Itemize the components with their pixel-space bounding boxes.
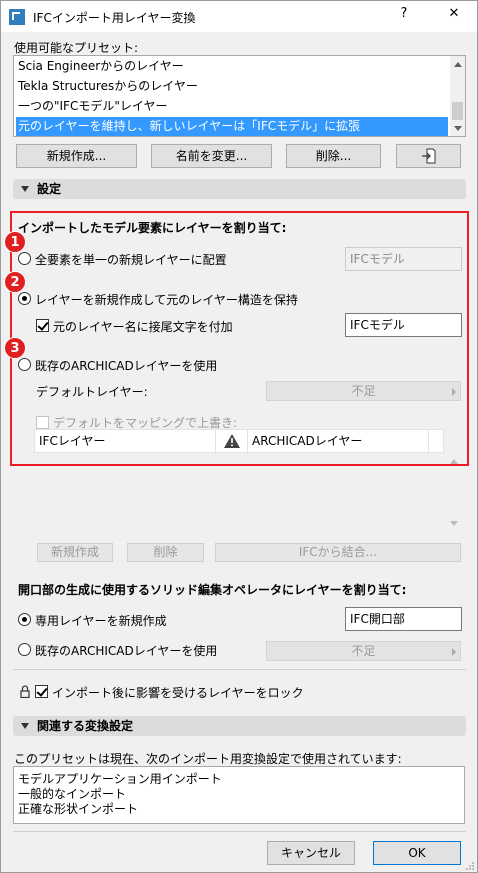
window-title: IFCインポート用レイヤー変換 — [33, 11, 196, 25]
related-description: このプリセットは現在、次のインポート用変換設定で使用されています: — [14, 752, 402, 766]
scroll-down-icon[interactable] — [454, 126, 462, 131]
list-item-selected[interactable]: 元のレイヤーを維持し、新しいレイヤーは「IFCモデル」に拡張 — [16, 117, 448, 136]
ok-button[interactable]: OK — [373, 841, 461, 865]
option2-label: レイヤーを新規作成して元のレイヤー構造を保持 — [35, 293, 298, 307]
lock-layers-label: インポート後に影響を受けるレイヤーをロック — [52, 686, 304, 700]
table-divider — [428, 430, 429, 452]
import-preset-button[interactable] — [396, 144, 461, 168]
append-suffix-checkbox[interactable] — [36, 319, 49, 332]
radio-dedicated-layer[interactable] — [18, 613, 31, 626]
related-settings-list: モデルアプリケーション用インポート 一般的なインポート 正確な形状インポート — [13, 766, 465, 824]
related-header-label: 関連する変換設定 — [37, 719, 134, 733]
new-mapping-button[interactable]: 新規作成 — [37, 543, 113, 562]
app-icon — [9, 9, 25, 25]
dialog-window: IFCインポート用レイヤー変換 ? ✕ 使用可能なプリセット: Scia Eng… — [0, 0, 478, 873]
option3-label: 既存のARCHICADレイヤーを使用 — [35, 359, 218, 373]
title-bar: IFCインポート用レイヤー変換 ? ✕ — [1, 1, 477, 32]
openings-layer-field[interactable]: IFC開口部 — [345, 607, 462, 631]
lock-layers-checkbox[interactable] — [35, 685, 48, 698]
close-button[interactable]: ✕ — [442, 6, 466, 21]
assign-layers-title: インポートしたモデル要素にレイヤーを割り当て: — [18, 221, 287, 235]
openings-option2-label: 既存のARCHICADレイヤーを使用 — [35, 644, 218, 658]
settings-header-label: 設定 — [37, 182, 62, 196]
list-item[interactable]: Tekla Structuresからのレイヤー — [16, 77, 448, 96]
resize-grip-icon[interactable] — [465, 861, 475, 871]
cancel-button[interactable]: キャンセル — [267, 841, 355, 865]
chevron-right-icon — [452, 388, 456, 396]
warning-column — [215, 430, 248, 452]
new-preset-button[interactable]: 新規作成... — [16, 144, 137, 168]
openings-title: 開口部の生成に使用するソリッド編集オペレータにレイヤーを割り当て: — [18, 583, 407, 597]
col-ifc-layer: IFCレイヤー — [39, 434, 106, 448]
lock-icon — [20, 685, 30, 698]
help-button[interactable]: ? — [392, 6, 416, 21]
radio-keep-structure[interactable] — [18, 292, 31, 305]
import-file-icon — [422, 148, 436, 164]
annotation-badge-2: 2 — [4, 271, 26, 293]
list-item[interactable]: 一つの"IFCモデル"レイヤー — [16, 97, 448, 116]
annotation-badge-3: 3 — [4, 337, 26, 359]
openings-dropdown-value: 不足 — [351, 644, 376, 658]
settings-section-header[interactable]: 設定 — [13, 179, 466, 199]
append-suffix-label: 元のレイヤー名に接尾文字を付加 — [53, 320, 233, 334]
collapse-triangle-icon — [21, 186, 29, 192]
scroll-up-icon[interactable] — [454, 62, 462, 67]
default-layer-label: デフォルトレイヤー: — [36, 385, 148, 399]
suffix-field[interactable]: IFCモデル — [345, 313, 462, 337]
col-archicad-layer: ARCHICADレイヤー — [252, 434, 363, 448]
delete-preset-button[interactable]: 削除... — [286, 144, 381, 168]
mapping-table[interactable]: IFCレイヤー ARCHICADレイヤー — [34, 429, 444, 453]
option1-label: 全要素を単一の新規レイヤーに配置 — [35, 253, 227, 267]
radio-openings-existing[interactable] — [18, 643, 31, 656]
default-layer-value: 不足 — [351, 384, 376, 398]
settings-scroll-up-icon[interactable] — [450, 459, 458, 464]
list-item: 正確な形状インポート — [18, 802, 139, 816]
collapse-triangle-icon — [21, 723, 29, 729]
presets-label: 使用可能なプリセット: — [14, 41, 139, 55]
rename-preset-button[interactable]: 名前を変更... — [151, 144, 272, 168]
presets-scrollbar[interactable] — [450, 56, 465, 136]
chevron-right-icon — [452, 648, 456, 656]
delete-mapping-button[interactable]: 削除 — [127, 543, 204, 562]
separator — [13, 669, 466, 670]
openings-layer-dropdown[interactable]: 不足 — [266, 641, 461, 661]
annotation-badge-1: 1 — [4, 231, 26, 253]
merge-from-ifc-button[interactable]: IFCから結合... — [215, 543, 461, 562]
single-layer-name-field[interactable]: IFCモデル — [345, 247, 462, 271]
separator — [13, 831, 466, 832]
override-mapping-checkbox[interactable] — [36, 416, 49, 429]
openings-option1-label: 専用レイヤーを新規作成 — [35, 614, 167, 628]
radio-single-layer[interactable] — [18, 252, 31, 265]
settings-scroll-down-icon[interactable] — [450, 521, 458, 526]
scroll-thumb[interactable] — [452, 102, 463, 120]
presets-list[interactable]: Scia Engineerからのレイヤー Tekla Structuresからの… — [13, 55, 466, 137]
default-layer-dropdown[interactable]: 不足 — [266, 381, 461, 401]
radio-existing-layer[interactable] — [18, 358, 31, 371]
list-item[interactable]: Scia Engineerからのレイヤー — [16, 57, 448, 76]
warning-icon — [224, 434, 240, 448]
related-section-header[interactable]: 関連する変換設定 — [13, 716, 466, 736]
